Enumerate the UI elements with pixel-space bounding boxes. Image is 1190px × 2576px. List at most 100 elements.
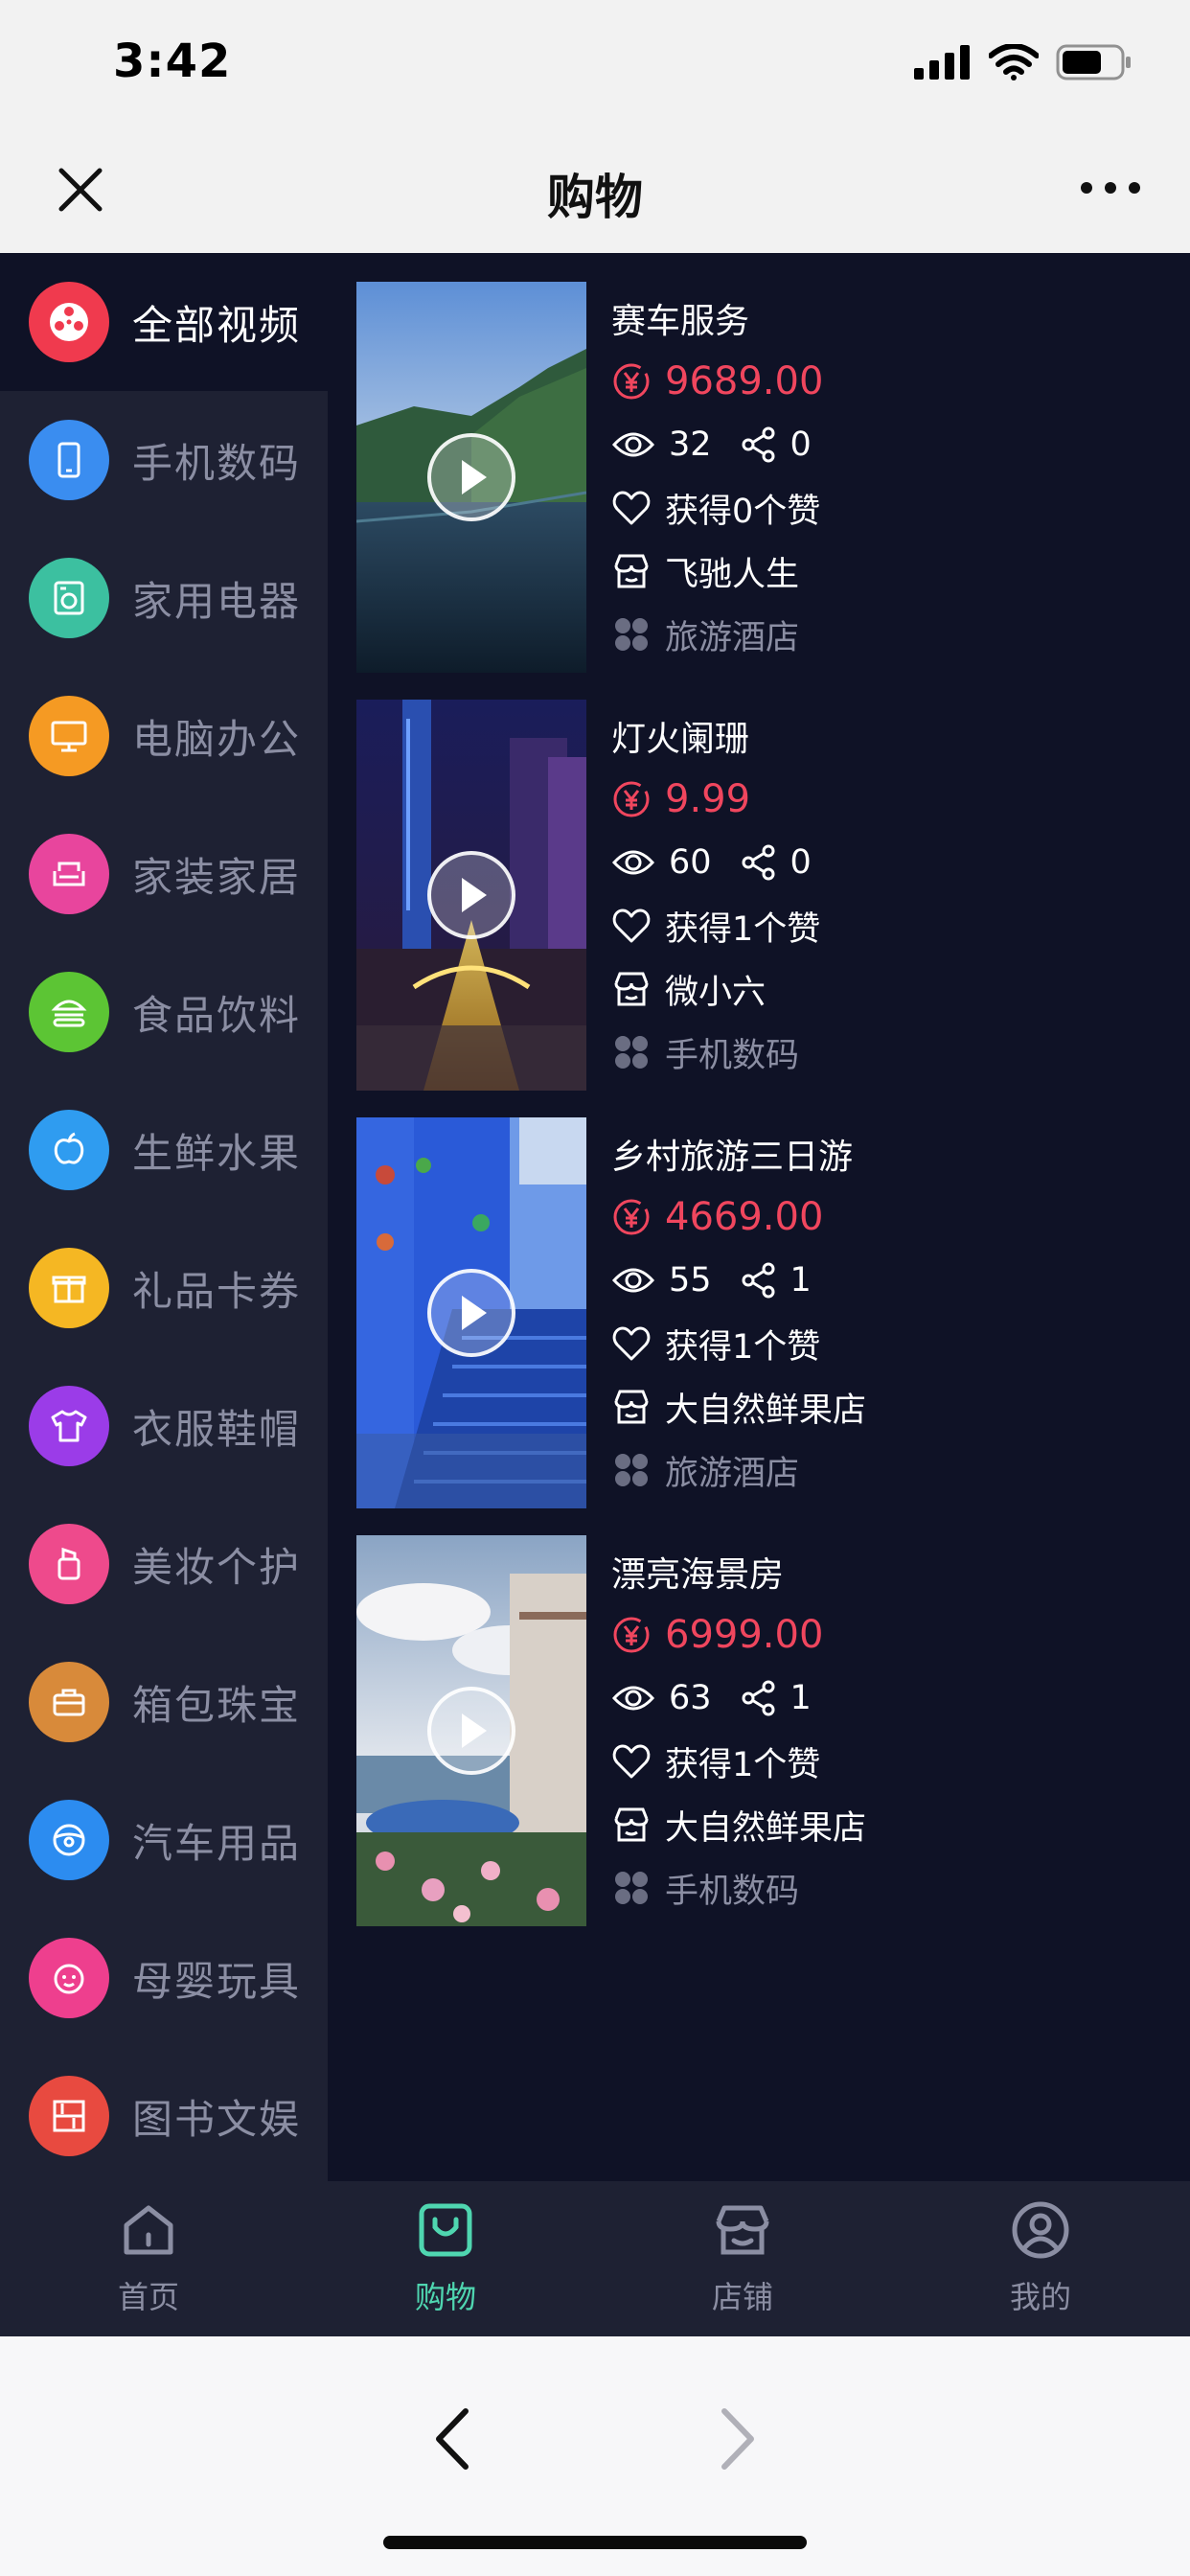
category-tag: 手机数码 — [611, 1024, 799, 1081]
video-card[interactable]: 赛车服务 9689.00 32 0 获得0个赞 飞驰人生 旅游酒店 — [356, 282, 1180, 673]
sidebar-item-bags-jewelry[interactable]: 箱包珠宝 — [0, 1633, 328, 1771]
wifi-icon — [989, 44, 1039, 80]
sidebar-item-phones[interactable]: 手机数码 — [0, 391, 328, 529]
sidebar-item-clothing[interactable]: 衣服鞋帽 — [0, 1357, 328, 1495]
shop[interactable]: 飞驰人生 — [611, 542, 799, 600]
eye-icon — [611, 1268, 655, 1293]
grid-petals-icon — [615, 1036, 648, 1069]
tab-label: 购物 — [414, 2279, 476, 2315]
video-card[interactable]: 灯火阑珊 9.99 60 0 获得1个赞 微小六 手机数码 — [356, 700, 1180, 1091]
tab-profile[interactable]: 我的 — [892, 2181, 1189, 2336]
play-icon[interactable] — [427, 1269, 515, 1357]
likes: 获得1个赞 — [611, 1733, 820, 1790]
share-count: 1 — [790, 1679, 812, 1717]
store-icon — [716, 2205, 769, 2255]
shop[interactable]: 大自然鲜果店 — [611, 1796, 866, 1853]
yuan-circle-icon — [613, 363, 650, 400]
home-indicator — [383, 2536, 807, 2549]
yuan-circle-icon — [613, 1617, 650, 1653]
tab-home[interactable]: 首页 — [0, 2181, 297, 2336]
sidebar-item-label: 图书文娱 — [132, 2095, 302, 2143]
share-icon[interactable] — [741, 426, 777, 464]
sidebar-item-label: 汽车用品 — [132, 1819, 302, 1867]
share-icon[interactable] — [741, 1679, 777, 1717]
like-text: 获得1个赞 — [665, 1745, 821, 1784]
eye-icon — [611, 850, 655, 875]
apple-icon — [29, 1110, 109, 1190]
sidebar-item-label: 母婴玩具 — [132, 1957, 302, 2005]
sidebar-item-fresh-fruit[interactable]: 生鲜水果 — [0, 1081, 328, 1219]
shop-name: 微小六 — [665, 973, 767, 1012]
category-name: 旅游酒店 — [665, 618, 800, 657]
video-thumbnail[interactable] — [356, 1117, 586, 1508]
shop[interactable]: 大自然鲜果店 — [611, 1378, 866, 1436]
baby-icon — [29, 1938, 109, 2018]
category-tag: 手机数码 — [611, 1859, 799, 1917]
sidebar-item-beauty[interactable]: 美妆个护 — [0, 1495, 328, 1633]
sidebar-item-label: 衣服鞋帽 — [132, 1405, 302, 1453]
washing-machine-icon — [29, 558, 109, 638]
shop-name: 大自然鲜果店 — [665, 1391, 867, 1430]
cellular-signal-icon — [914, 45, 970, 80]
price: 4669.00 — [611, 1188, 823, 1246]
category-tag: 旅游酒店 — [611, 1441, 799, 1499]
sidebar-item-all-videos[interactable]: 全部视频 — [0, 253, 328, 391]
sidebar-item-label: 食品饮料 — [132, 991, 302, 1039]
store-icon — [614, 1807, 649, 1842]
steering-wheel-icon — [29, 1800, 109, 1880]
sidebar-item-home-furnishing[interactable]: 家装家居 — [0, 805, 328, 943]
heart-icon[interactable] — [611, 907, 652, 945]
sidebar-item-gift-cards[interactable]: 礼品卡券 — [0, 1219, 328, 1357]
gift-icon — [29, 1248, 109, 1328]
play-icon[interactable] — [427, 851, 515, 939]
video-thumbnail[interactable] — [356, 1535, 586, 1926]
sidebar-item-label: 全部视频 — [132, 301, 302, 349]
shop[interactable]: 微小六 — [611, 960, 766, 1018]
sidebar-item-books[interactable]: 图书文娱 — [0, 2047, 328, 2181]
price-value: 6999.00 — [665, 1613, 824, 1657]
sidebar-item-food-drink[interactable]: 食品饮料 — [0, 943, 328, 1081]
sidebar-item-appliances[interactable]: 家用电器 — [0, 529, 328, 667]
eye-icon — [611, 432, 655, 457]
sidebar-item-car-supplies[interactable]: 汽车用品 — [0, 1771, 328, 1909]
sidebar-item-baby-toys[interactable]: 母婴玩具 — [0, 1909, 328, 2047]
share-icon[interactable] — [741, 843, 777, 882]
user-icon — [1012, 2201, 1069, 2259]
like-text: 获得1个赞 — [665, 909, 821, 949]
tab-label: 首页 — [117, 2279, 179, 2315]
play-icon[interactable] — [427, 1687, 515, 1775]
price-value: 9.99 — [665, 777, 751, 821]
sofa-icon — [29, 834, 109, 914]
more-options-icon[interactable] — [1079, 169, 1142, 207]
video-card[interactable]: 漂亮海景房 6999.00 63 1 获得1个赞 大自然鲜果店 手机数码 — [356, 1535, 1180, 1926]
cosmetics-icon — [29, 1524, 109, 1604]
tab-shopping[interactable]: 购物 — [297, 2181, 594, 2336]
video-card[interactable]: 乡村旅游三日游 4669.00 55 1 获得1个赞 大自然鲜果店 旅游酒店 — [356, 1117, 1180, 1508]
video-title: 灯火阑珊 — [611, 720, 750, 759]
likes: 获得1个赞 — [611, 897, 820, 954]
film-reel-icon — [29, 282, 109, 362]
video-title: 漂亮海景房 — [611, 1555, 785, 1595]
price: 6999.00 — [611, 1606, 823, 1664]
heart-icon[interactable] — [611, 1324, 652, 1363]
back-chevron-icon[interactable] — [427, 2404, 479, 2474]
tab-store[interactable]: 店铺 — [594, 2181, 891, 2336]
status-icons — [914, 44, 1133, 80]
sidebar-item-label: 电脑办公 — [132, 715, 302, 763]
shopping-bag-icon — [419, 2203, 472, 2257]
bookshelf-icon — [29, 2076, 109, 2156]
video-thumbnail[interactable] — [356, 282, 586, 673]
forward-chevron-icon[interactable] — [711, 2404, 763, 2474]
store-icon — [614, 554, 649, 588]
play-icon[interactable] — [427, 433, 515, 521]
view-count: 60 — [669, 843, 712, 882]
stats: 32 0 — [611, 416, 812, 473]
heart-icon[interactable] — [611, 489, 652, 527]
tab-bar: 首页 购物 店铺 我的 — [0, 2181, 1190, 2336]
share-count: 1 — [790, 1261, 812, 1300]
heart-icon[interactable] — [611, 1742, 652, 1781]
share-icon[interactable] — [741, 1261, 777, 1300]
status-bar: 3:42 — [0, 0, 1190, 126]
sidebar-item-computers[interactable]: 电脑办公 — [0, 667, 328, 805]
video-thumbnail[interactable] — [356, 700, 586, 1091]
